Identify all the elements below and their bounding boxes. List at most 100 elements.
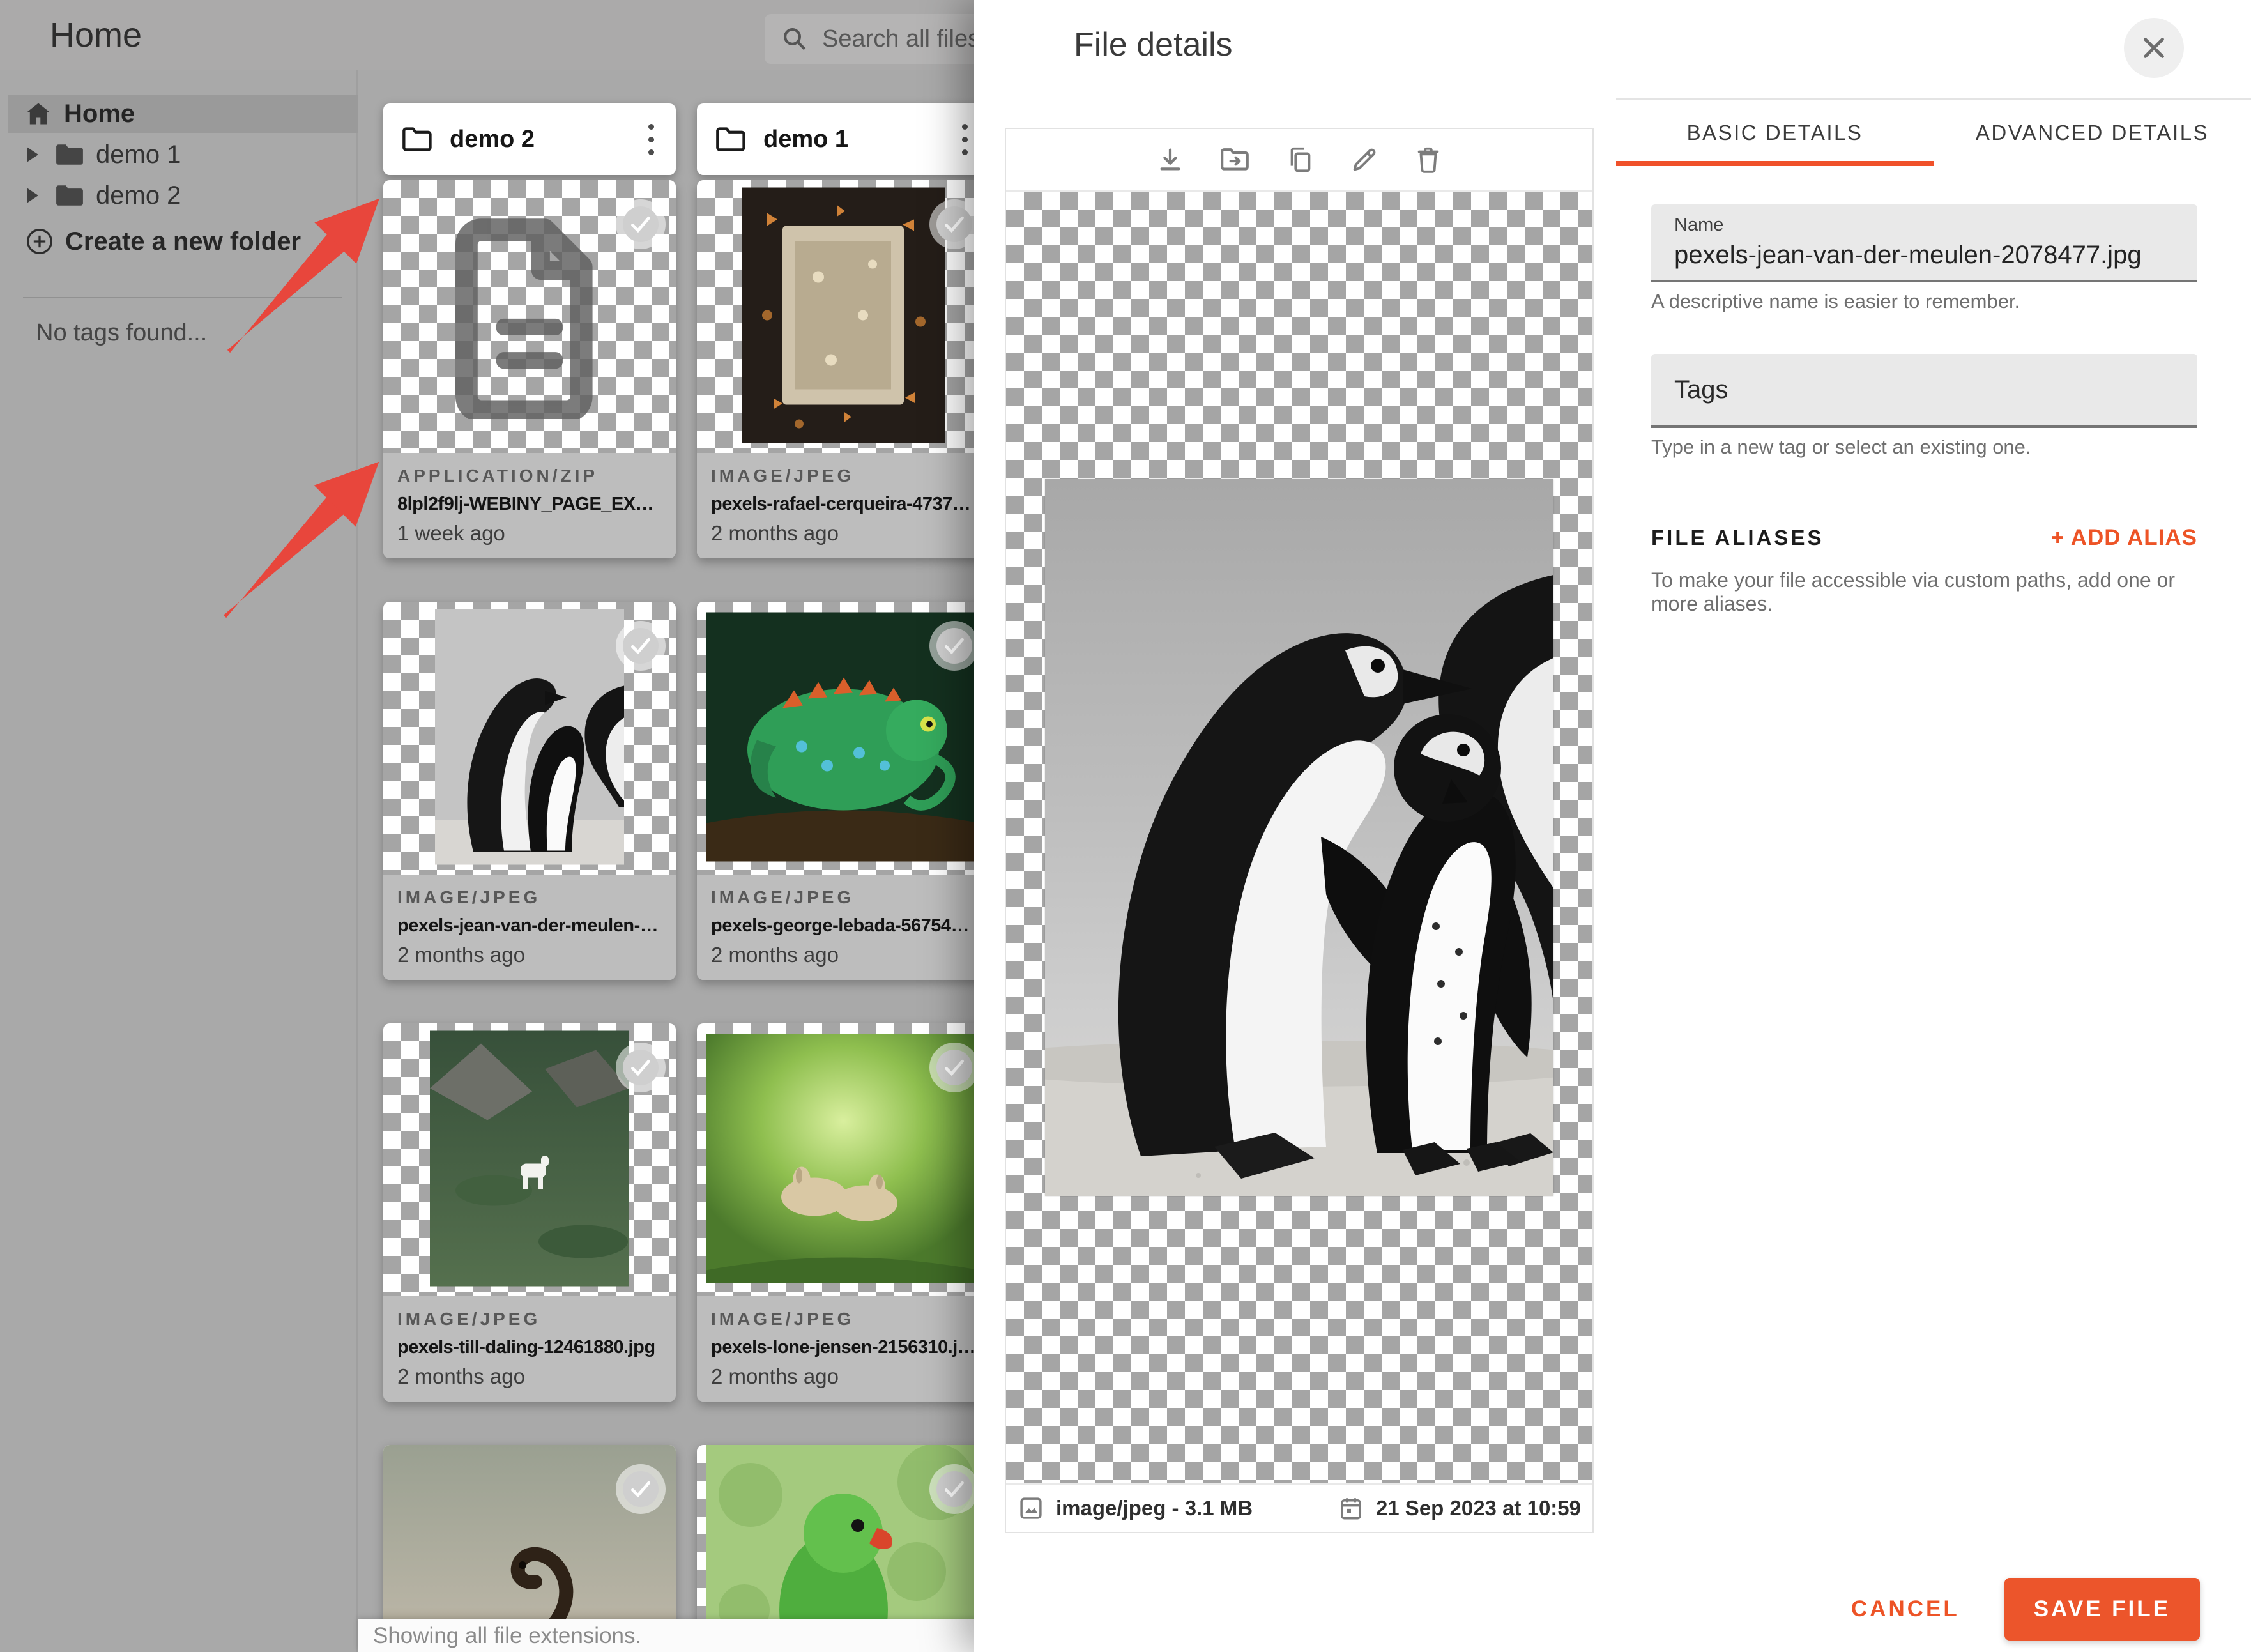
chevron-right-icon[interactable] <box>27 147 38 162</box>
sidebar-item-label: demo 2 <box>96 181 181 210</box>
folder-name: demo 1 <box>763 125 849 153</box>
select-checkbox[interactable] <box>616 1464 666 1514</box>
page-title: Home <box>50 16 142 54</box>
folder-name: demo 2 <box>450 125 535 153</box>
image-icon <box>1018 1495 1044 1522</box>
delete-icon[interactable] <box>1414 145 1443 174</box>
folder-icon <box>55 183 84 208</box>
select-checkbox[interactable] <box>929 199 979 249</box>
tab-advanced-details[interactable]: ADVANCED DETAILS <box>1934 100 2251 166</box>
add-alias-button[interactable]: + ADD ALIAS <box>2051 525 2197 551</box>
add-circle-icon <box>26 227 54 256</box>
file-age: 2 months ago <box>397 943 525 967</box>
tags-field[interactable]: Tags <box>1651 354 2197 428</box>
sidebar-item-demo2[interactable]: demo 2 <box>0 176 350 215</box>
file-thumbnail[interactable] <box>383 602 676 875</box>
folder-icon <box>55 142 84 167</box>
folder-card-demo1[interactable]: demo 1 <box>697 103 989 175</box>
save-file-button[interactable]: SAVE FILE <box>2004 1578 2200 1641</box>
file-age: 2 months ago <box>711 943 839 967</box>
search-icon <box>781 26 808 52</box>
file-meta: APPLICATION/ZIP 8lpl2f9lj-WEBINY_PAGE_EX… <box>383 453 676 558</box>
file-preview-panel: image/jpeg - 3.1 MB 21 Sep 2023 at 10:59 <box>1005 128 1594 1533</box>
move-to-folder-icon[interactable] <box>1219 145 1251 174</box>
file-card-zip[interactable]: APPLICATION/ZIP 8lpl2f9lj-WEBINY_PAGE_EX… <box>383 180 676 558</box>
edit-icon[interactable] <box>1350 145 1379 174</box>
drawer-title: File details <box>1074 26 1233 63</box>
file-thumbnail[interactable] <box>697 180 989 453</box>
preview-footer: image/jpeg - 3.1 MB 21 Sep 2023 at 10:59 <box>1006 1483 1592 1532</box>
tags-field-helper: Type in a new tag or select an existing … <box>1651 436 2031 458</box>
file-date: 21 Sep 2023 at 10:59 <box>1338 1495 1581 1522</box>
zip-file-icon <box>437 215 622 422</box>
create-new-folder-button[interactable]: Create a new folder <box>0 222 350 261</box>
file-card-penguins[interactable]: IMAGE/JPEG pexels-jean-van-der-meulen-20… <box>383 602 676 980</box>
thumbnail-art <box>435 609 624 868</box>
thumbnail-art <box>742 187 945 446</box>
file-card-rabbits[interactable]: IMAGE/JPEG pexels-lone-jensen-2156310.jp… <box>697 1023 989 1402</box>
file-details-drawer: File details image/jpeg - 3.1 MB 21 Sep … <box>974 0 2251 1652</box>
folder-outline-icon <box>715 125 748 153</box>
file-card-moths[interactable]: IMAGE/JPEG pexels-rafael-cerqueira-47375… <box>697 180 989 558</box>
cancel-button[interactable]: CANCEL <box>1851 1596 1960 1622</box>
file-type-size: image/jpeg - 3.1 MB <box>1018 1495 1253 1522</box>
preview-toolbar <box>1006 129 1592 192</box>
file-card-chameleon[interactable]: IMAGE/JPEG pexels-george-lebada-567540.j… <box>697 602 989 980</box>
select-checkbox[interactable] <box>929 1464 979 1514</box>
file-card-goat[interactable]: IMAGE/JPEG pexels-till-daling-12461880.j… <box>383 1023 676 1402</box>
create-folder-label: Create a new folder <box>65 227 301 256</box>
file-name: 8lpl2f9lj-WEBINY_PAGE_EXPORT.zip <box>397 494 664 514</box>
close-icon <box>2144 38 2164 58</box>
name-field[interactable]: Name pexels-jean-van-der-meulen-2078477.… <box>1651 204 2197 282</box>
sidebar-item-demo1[interactable]: demo 1 <box>0 135 350 174</box>
download-icon[interactable] <box>1156 145 1185 174</box>
name-field-label: Name <box>1674 215 1724 235</box>
close-button[interactable] <box>2124 18 2184 78</box>
sidebar: Home demo 1 demo 2 Create a new folder N… <box>0 70 358 1652</box>
kebab-menu-icon[interactable] <box>645 120 658 159</box>
preview-image-penguins <box>1045 479 1553 1196</box>
search-placeholder: Search all files <box>822 25 981 52</box>
file-type: IMAGE/JPEG <box>711 1309 855 1329</box>
details-panel: BASIC DETAILS ADVANCED DETAILS Name pexe… <box>1616 98 2251 616</box>
file-name: pexels-till-daling-12461880.jpg <box>397 1337 655 1358</box>
file-age: 1 week ago <box>397 521 505 545</box>
tab-basic-details[interactable]: BASIC DETAILS <box>1616 100 1934 166</box>
file-thumbnail[interactable] <box>697 602 989 875</box>
details-tabs: BASIC DETAILS ADVANCED DETAILS <box>1616 100 2251 166</box>
status-text: Showing all file extensions. <box>373 1623 642 1648</box>
folder-outline-icon <box>401 125 434 153</box>
sidebar-item-home[interactable]: Home <box>8 95 358 133</box>
tags-field-label: Tags <box>1674 375 1728 404</box>
folder-card-demo2[interactable]: demo 2 <box>383 103 676 175</box>
file-thumbnail[interactable] <box>697 1023 989 1296</box>
copy-icon[interactable] <box>1286 145 1315 174</box>
details-fields: Name pexels-jean-van-der-meulen-2078477.… <box>1616 166 2251 616</box>
file-aliases-helper: To make your file accessible via custom … <box>1651 569 2175 615</box>
file-meta: IMAGE/JPEG pexels-george-lebada-567540.j… <box>697 875 989 980</box>
file-thumbnail[interactable] <box>383 180 676 453</box>
file-type: APPLICATION/ZIP <box>397 466 599 486</box>
calendar-icon <box>1338 1495 1364 1522</box>
file-age: 2 months ago <box>397 1365 525 1388</box>
select-checkbox[interactable] <box>616 1043 666 1092</box>
kebab-menu-icon[interactable] <box>958 120 972 159</box>
name-field-value: pexels-jean-van-der-meulen-2078477.jpg <box>1674 241 2142 269</box>
select-checkbox[interactable] <box>929 1043 979 1092</box>
chevron-right-icon[interactable] <box>27 188 38 203</box>
sidebar-item-label: demo 1 <box>96 140 181 169</box>
preview-canvas <box>1006 192 1592 1483</box>
select-checkbox[interactable] <box>616 621 666 671</box>
sidebar-divider <box>23 297 342 298</box>
sidebar-item-label: Home <box>64 99 135 128</box>
file-age: 2 months ago <box>711 1365 839 1388</box>
file-manager-screen: Home Search all files Home demo 1 demo 2… <box>0 0 2251 1652</box>
file-thumbnail[interactable] <box>383 1023 676 1296</box>
file-name: pexels-george-lebada-567540.jpg <box>711 915 978 936</box>
home-icon <box>24 100 52 128</box>
select-checkbox[interactable] <box>929 621 979 671</box>
file-meta: IMAGE/JPEG pexels-jean-van-der-meulen-20… <box>383 875 676 980</box>
no-tags-message: No tags found... <box>36 319 208 346</box>
select-checkbox[interactable] <box>616 199 666 249</box>
file-aliases-section: FILE ALIASES + ADD ALIAS <box>1651 525 2197 551</box>
